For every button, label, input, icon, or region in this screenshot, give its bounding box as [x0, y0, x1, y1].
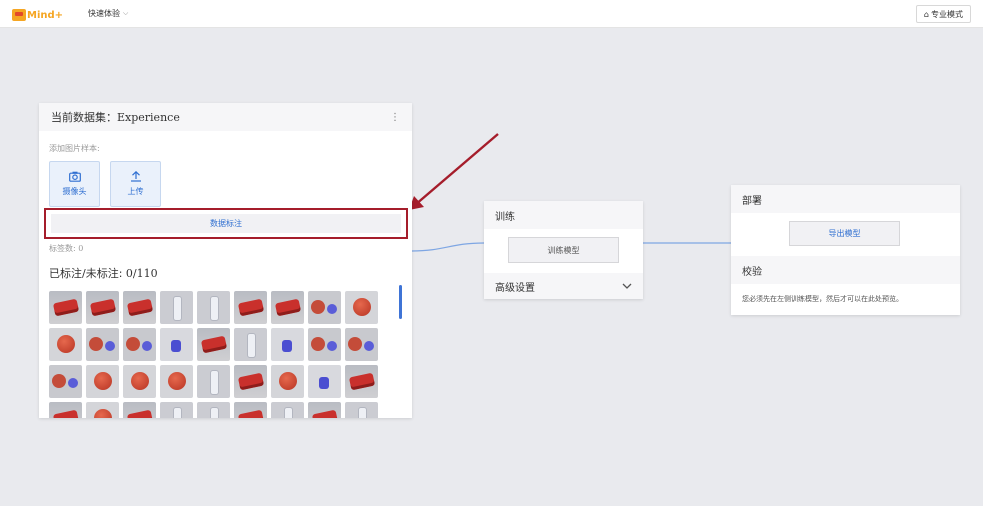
- image-thumbnail[interactable]: [308, 328, 341, 361]
- quick-experience-label: 快速体验: [88, 9, 120, 18]
- image-thumbnail[interactable]: [197, 291, 230, 324]
- advanced-settings-toggle[interactable]: 高级设置: [484, 273, 643, 299]
- train-header: 训练: [484, 201, 643, 229]
- image-thumbnail[interactable]: [345, 328, 378, 361]
- pro-mode-label: 专业模式: [931, 9, 963, 19]
- grid-scrollbar[interactable]: [399, 285, 402, 319]
- image-thumbnail[interactable]: [197, 402, 230, 418]
- more-vertical-icon[interactable]: ⋮: [390, 112, 400, 123]
- deploy-title: 部署: [742, 195, 762, 207]
- chevron-down-icon: ⌵: [123, 9, 129, 17]
- logo-icon: [12, 9, 26, 21]
- upload-icon: [130, 170, 142, 184]
- image-thumbnail[interactable]: [271, 291, 304, 324]
- image-thumbnail[interactable]: [234, 365, 267, 398]
- tag-count: 标签数: 0: [49, 243, 83, 254]
- pro-mode-button[interactable]: ⌂ 专业模式: [915, 5, 971, 23]
- image-thumbnail[interactable]: [123, 328, 156, 361]
- image-thumbnail[interactable]: [308, 365, 341, 398]
- camera-icon: [68, 171, 81, 184]
- image-thumbnail[interactable]: [271, 365, 304, 398]
- upload-label: 上传: [127, 187, 144, 196]
- train-title: 训练: [495, 211, 515, 223]
- advanced-settings-label: 高级设置: [495, 282, 535, 294]
- deploy-header: 部署: [731, 185, 960, 213]
- labeled-status: 已标注/未标注: 0/110: [49, 265, 158, 281]
- logo-text: Mind+: [27, 9, 64, 21]
- image-thumbnail[interactable]: [345, 402, 378, 418]
- labeled-status-value: 0/110: [125, 267, 158, 280]
- train-card: 训练 训练模型 高级设置: [484, 201, 643, 299]
- image-thumbnail[interactable]: [234, 328, 267, 361]
- image-thumbnail[interactable]: [49, 402, 82, 418]
- upload-button[interactable]: 上传: [110, 161, 161, 207]
- logo[interactable]: Mind+: [12, 7, 63, 23]
- image-thumbnail[interactable]: [160, 402, 193, 418]
- image-thumbnail[interactable]: [160, 328, 193, 361]
- image-thumbnail[interactable]: [271, 328, 304, 361]
- image-thumbnail[interactable]: [49, 328, 82, 361]
- image-thumbnail[interactable]: [86, 328, 119, 361]
- image-thumbnail[interactable]: [123, 402, 156, 418]
- dataset-header: 当前数据集：Experience ⋮: [39, 103, 412, 131]
- train-model-button[interactable]: 训练模型: [508, 237, 619, 263]
- image-thumbnail[interactable]: [345, 365, 378, 398]
- image-thumbnail[interactable]: [197, 328, 230, 361]
- annotation-arrow-shaft: [414, 133, 499, 206]
- add-samples-label: 添加图片样本:: [49, 144, 100, 153]
- image-thumbnail-grid: [49, 291, 389, 418]
- top-bar: Mind+ 快速体验 ⌵ ⌂ 专业模式: [0, 0, 983, 28]
- lock-icon: ⌂: [923, 9, 929, 19]
- image-thumbnail[interactable]: [234, 291, 267, 324]
- image-thumbnail[interactable]: [308, 291, 341, 324]
- tag-count-value: 0: [78, 244, 84, 253]
- data-annotate-button[interactable]: 数据标注: [51, 214, 401, 233]
- camera-label: 摄像头: [62, 187, 87, 196]
- image-thumbnail[interactable]: [160, 291, 193, 324]
- camera-button[interactable]: 摄像头: [49, 161, 100, 207]
- connector-dataset-train: [411, 242, 485, 252]
- image-thumbnail[interactable]: [49, 365, 82, 398]
- chevron-down-icon: [622, 281, 632, 292]
- verify-header: 校验: [731, 256, 960, 284]
- image-thumbnail[interactable]: [197, 365, 230, 398]
- image-thumbnail[interactable]: [86, 402, 119, 418]
- image-thumbnail[interactable]: [86, 291, 119, 324]
- verify-message: 您必须先在左侧训练模型，然后才可以在此处预览。: [742, 295, 903, 303]
- tag-count-label: 标签数:: [49, 244, 76, 253]
- image-thumbnail[interactable]: [271, 402, 304, 418]
- image-thumbnail[interactable]: [86, 365, 119, 398]
- dataset-card: 当前数据集：Experience ⋮ 添加图片样本: 摄像头 上传 数据标注 标…: [39, 103, 412, 418]
- image-thumbnail[interactable]: [160, 365, 193, 398]
- deploy-card: 部署 导出模型 校验 您必须先在左侧训练模型，然后才可以在此处预览。: [731, 185, 960, 315]
- dataset-title: 当前数据集：Experience: [51, 111, 180, 124]
- verify-title: 校验: [742, 266, 762, 278]
- image-thumbnail[interactable]: [123, 291, 156, 324]
- image-thumbnail[interactable]: [123, 365, 156, 398]
- image-thumbnail[interactable]: [308, 402, 341, 418]
- labeled-status-label: 已标注/未标注:: [49, 267, 123, 280]
- quick-experience-menu[interactable]: 快速体验 ⌵: [88, 8, 128, 19]
- annotate-highlight-box: 数据标注: [44, 208, 408, 239]
- export-model-button[interactable]: 导出模型: [789, 221, 900, 246]
- image-thumbnail[interactable]: [49, 291, 82, 324]
- image-thumbnail[interactable]: [234, 402, 267, 418]
- image-thumbnail[interactable]: [345, 291, 378, 324]
